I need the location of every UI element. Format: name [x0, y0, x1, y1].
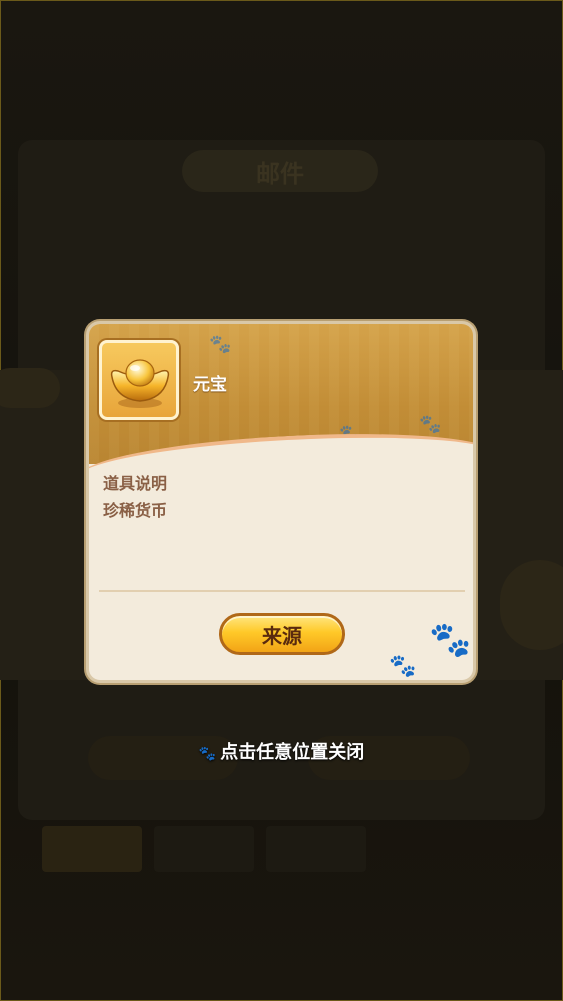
background-cloud-decoration [500, 560, 563, 650]
paw-icon: 🐾 [389, 654, 417, 679]
game-screen: 邮件 🐾 🐾 🐾 [0, 0, 563, 1001]
cat-paw-icon: 🐾 [198, 746, 217, 762]
close-hint-text: 点击任意位置关闭 [220, 742, 365, 763]
item-description-title: 道具说明 [103, 474, 168, 493]
paw-icon: 🐾 [429, 620, 472, 660]
paw-icon: 🐾 [419, 414, 442, 435]
background-tab [154, 826, 254, 872]
paw-icon: 🐾 [209, 334, 232, 355]
background-tab [42, 826, 142, 872]
background-tab [266, 826, 366, 872]
item-info-dialog: 🐾 🐾 🐾 [86, 321, 476, 683]
gold-ingot-icon [110, 359, 170, 408]
item-name: 元宝 [193, 375, 227, 395]
source-button[interactable]: 来源 [219, 613, 345, 655]
item-description-text: 珍稀货币 [103, 501, 168, 520]
background-panel-subtitle [160, 222, 410, 242]
item-icon-frame [99, 340, 179, 420]
background-cloud-decoration [0, 368, 60, 408]
close-hint: 🐾 点击任意位置关闭 [0, 738, 563, 764]
dialog-divider [99, 590, 465, 592]
background-panel-title: 邮件 [182, 150, 378, 192]
